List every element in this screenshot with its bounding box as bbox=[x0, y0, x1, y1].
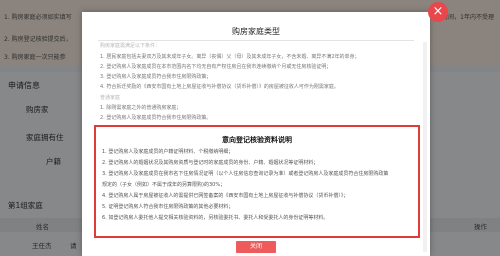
requirement-item: 3. 登记购房人及家庭成员符合我市住房限购政策； bbox=[100, 74, 212, 80]
requirement-heading: 普通家庭 bbox=[100, 95, 121, 101]
household-type-modal: 购房家庭类型 购房家庭需满足以下条件： 1. 居民家庭包括夫妻双方及其未成年子女… bbox=[82, 12, 430, 256]
modal-title: 购房家庭类型 bbox=[232, 27, 280, 36]
notes-title: 意向登记核验资料说明 bbox=[222, 136, 292, 144]
note-item: 5. 证明登记购房人符合我市住房限购政策的其他必要材料； bbox=[102, 204, 234, 210]
note-item: 3. 登记购房人及家庭成员在我市名下住房情况证明（以个人住房信息查询记录为准）或… bbox=[102, 171, 389, 177]
modal-scrollbar[interactable] bbox=[423, 42, 427, 252]
note-item: 4. 登记购房人属于房屋被征收人的需提供已网签备案的《西安市国有土地上房屋征收与… bbox=[102, 193, 349, 199]
requirement-item: 1. 除刚需家庭之外的普通购房家庭； bbox=[100, 105, 182, 111]
close-icon[interactable]: × bbox=[428, 2, 448, 22]
note-item: 2. 登记购房人的婚姻状况及其购房资质与登记时的家庭成员的身份、户籍、婚姻状况等… bbox=[102, 160, 319, 166]
note-item: 1. 登记购房人及家庭成员的户籍证明材料、个税缴纳明细； bbox=[102, 149, 234, 155]
requirement-heading: 购房家庭需满足以下条件： bbox=[100, 43, 161, 49]
note-item: 规定的（子女（例如）不属于成年的另算限购)的30%； bbox=[102, 182, 226, 188]
requirement-item: 4. 符合拆迁奖励的《西安市国有土地上房屋征收与补偿协议（货币补偿）》的房屋被征… bbox=[100, 84, 339, 90]
requirement-item: 2. 登记购房人及家庭成员在本市范围内名下均无自有产权住房且在我市连续缴纳个月或… bbox=[100, 64, 332, 70]
requirement-item: 1. 居民家庭包括夫妻双方及其未成年子女。离异（丧偶）父（母）及其未成年子女，不… bbox=[100, 54, 360, 60]
notes-highlight-box: 意向登记核验资料说明 1. 登记购房人及家庭成员的户籍证明材料、个税缴纳明细； … bbox=[94, 125, 420, 238]
close-button[interactable]: 关闭 bbox=[236, 241, 276, 253]
requirement-item: 2. 登记购房人及家庭成员符合我市住房限购政策。 bbox=[100, 115, 212, 121]
divider bbox=[98, 40, 414, 41]
note-item: 6. 如登记购房人委托他人提交相关核验资料的，另核验委托书、委托人和受委托人的身… bbox=[102, 215, 329, 221]
